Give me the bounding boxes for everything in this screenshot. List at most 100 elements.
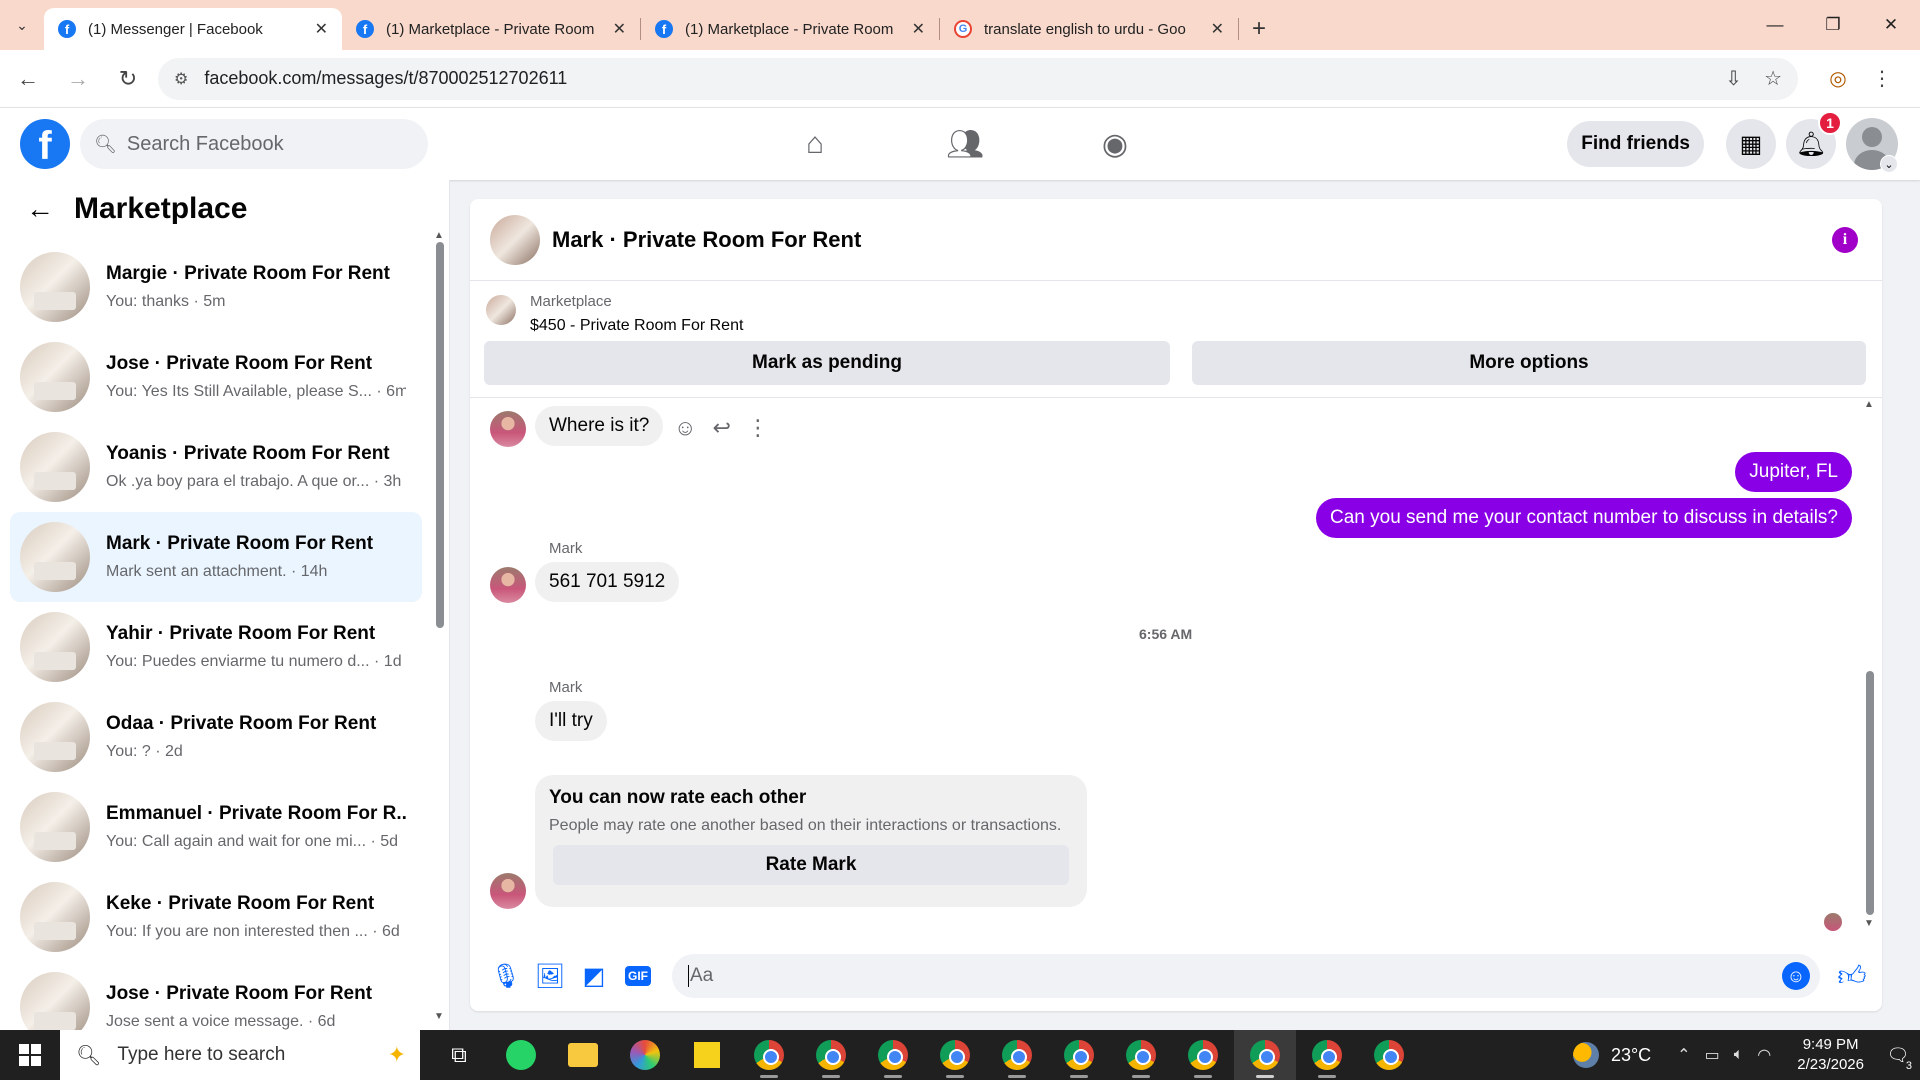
chrome-icon[interactable] <box>1296 1030 1358 1080</box>
chrome-icon[interactable] <box>738 1030 800 1080</box>
close-tab-icon[interactable]: ✕ <box>1211 19 1224 39</box>
conversation-item[interactable]: Emmanuel · Private Room For R... You: Ca… <box>10 782 422 872</box>
scroll-down-icon[interactable]: ▼ <box>1864 918 1874 929</box>
rate-mark-button[interactable]: Rate Mark <box>553 845 1069 885</box>
tab-google-translate[interactable]: G translate english to urdu - Goo ✕ <box>940 8 1238 50</box>
chrome-icon[interactable] <box>1048 1030 1110 1080</box>
chrome-icon[interactable] <box>986 1030 1048 1080</box>
scrollbar-thumb[interactable] <box>1866 671 1874 915</box>
chat-title[interactable]: Mark · Private Room For Rent <box>552 227 861 253</box>
browser-menu-icon[interactable]: ⋮ <box>1860 66 1904 91</box>
seen-indicator-avatar <box>1824 913 1842 931</box>
tab-marketplace-2[interactable]: f (1) Marketplace - Private Room ✕ <box>641 8 939 50</box>
home-icon[interactable]: ⌂ <box>740 108 890 180</box>
contact-avatar[interactable] <box>490 214 540 265</box>
close-tab-icon[interactable]: ✕ <box>315 19 328 39</box>
listing-label: Marketplace <box>530 293 612 310</box>
conversation-item[interactable]: Margie · Private Room For Rent You: than… <box>10 242 422 332</box>
find-friends-button[interactable]: Find friends <box>1567 121 1704 167</box>
task-view-icon[interactable]: ⧉ <box>428 1030 490 1080</box>
mark-as-pending-button[interactable]: Mark as pending <box>484 341 1170 385</box>
close-tab-icon[interactable]: ✕ <box>912 19 925 39</box>
conversation-item[interactable]: Jose · Private Room For Rent You: Yes It… <box>10 332 422 422</box>
reload-icon[interactable]: ↻ <box>106 57 150 101</box>
conversation-list-scrollbar[interactable]: ▲ ▼ <box>434 230 446 1022</box>
chrome-icon[interactable] <box>862 1030 924 1080</box>
chrome-icon[interactable] <box>800 1030 862 1080</box>
facebook-logo[interactable]: f <box>20 119 70 169</box>
chrome-icon[interactable] <box>1172 1030 1234 1080</box>
file-explorer-icon[interactable] <box>552 1030 614 1080</box>
message-input[interactable]: Aa ☺ <box>672 954 1820 998</box>
windows-taskbar: 🔍︎ Type here to search ✦ ⧉ 23°C ⌃ ▭ 🔈︎ ◠… <box>0 1030 1920 1080</box>
chrome-icon[interactable] <box>924 1030 986 1080</box>
taskbar-clock[interactable]: 9:49 PM 2/23/2026 <box>1797 1035 1864 1075</box>
listing-thumbnail <box>20 252 90 322</box>
reply-icon[interactable]: ↩ <box>712 415 730 441</box>
listing-price-title[interactable]: $450 - Private Room For Rent <box>530 317 743 335</box>
scroll-up-icon[interactable]: ▲ <box>1864 399 1874 410</box>
tab-search-chevron-icon[interactable]: ⌄ <box>0 0 44 50</box>
react-emoji-icon[interactable]: ☺ <box>674 415 696 441</box>
close-tab-icon[interactable]: ✕ <box>613 19 626 39</box>
scroll-up-icon[interactable]: ▲ <box>434 230 444 241</box>
forward-icon[interactable]: → <box>56 57 100 101</box>
listing-thumbnail <box>20 792 90 862</box>
conversation-item[interactable]: Yoanis · Private Room For Rent Ok .ya bo… <box>10 422 422 512</box>
taskbar-search-input[interactable]: 🔍︎ Type here to search ✦ <box>60 1030 420 1080</box>
show-hidden-icons-icon[interactable]: ⌃ <box>1677 1045 1690 1065</box>
conversation-item-selected[interactable]: Mark · Private Room For Rent Mark sent a… <box>10 512 422 602</box>
sticky-notes-icon[interactable] <box>676 1030 738 1080</box>
friends-icon[interactable]: 👥︎ <box>890 108 1040 180</box>
more-icon[interactable]: ⋮ <box>747 415 769 441</box>
chrome-icon-active[interactable] <box>1234 1030 1296 1080</box>
wifi-icon[interactable]: ◠ <box>1757 1045 1771 1065</box>
menu-grid-icon[interactable]: ▦ <box>1726 119 1776 169</box>
notification-center-icon[interactable]: 🗨︎ 3 <box>1876 1030 1920 1080</box>
sticker-icon[interactable]: ◩ <box>572 954 616 998</box>
back-arrow-icon[interactable]: ← <box>26 193 54 225</box>
bookmark-star-icon[interactable]: ☆ <box>1764 66 1782 91</box>
emoji-icon[interactable]: ☺ <box>1782 962 1810 990</box>
weather-icon <box>1572 1042 1599 1068</box>
conversation-item[interactable]: Keke · Private Room For Rent You: If you… <box>10 872 422 962</box>
notifications-bell-icon[interactable]: 🔔︎ 1 <box>1786 111 1842 169</box>
battery-icon[interactable]: ▭ <box>1705 1045 1720 1065</box>
url-bar[interactable]: ⚙ facebook.com/messages/t/87000251270261… <box>158 57 1798 100</box>
weather-widget[interactable]: 23°C <box>1572 1042 1651 1068</box>
info-icon[interactable]: i <box>1832 227 1858 253</box>
groups-icon[interactable]: ◉ <box>1040 108 1190 180</box>
scrollbar-thumb[interactable] <box>436 242 444 628</box>
back-icon[interactable]: ← <box>6 57 50 101</box>
account-chevron-icon[interactable]: ⌄ <box>1880 155 1898 173</box>
install-app-icon[interactable]: ⇩ <box>1725 66 1742 91</box>
tab-marketplace-1[interactable]: f (1) Marketplace - Private Room ✕ <box>342 8 640 50</box>
volume-icon[interactable]: 🔈︎ <box>1734 1046 1744 1064</box>
conversation-item[interactable]: Yahir · Private Room For Rent You: Puede… <box>10 602 422 692</box>
facebook-search-input[interactable]: 🔍︎ Search Facebook <box>80 119 428 169</box>
restore-icon[interactable]: ❐ <box>1804 0 1862 50</box>
conversation-name: Margie · Private Room For Rent <box>106 263 390 284</box>
site-settings-icon[interactable]: ⚙ <box>174 69 188 89</box>
thumbs-up-icon[interactable]: 👍︎ <box>1830 959 1874 993</box>
taskbar-apps: ⧉ <box>428 1030 1420 1080</box>
start-button[interactable] <box>0 1030 60 1080</box>
new-tab-button[interactable]: + <box>1239 8 1279 50</box>
microphone-icon[interactable]: 🎙︎ <box>484 954 528 998</box>
url-text[interactable]: facebook.com/messages/t/870002512702611 <box>204 68 1703 89</box>
photo-icon[interactable]: 🖼︎ <box>528 954 572 998</box>
scroll-down-icon[interactable]: ▼ <box>434 1011 444 1022</box>
whatsapp-icon[interactable] <box>490 1030 552 1080</box>
minimize-icon[interactable]: — <box>1746 0 1804 50</box>
tab-messenger[interactable]: f (1) Messenger | Facebook ✕ <box>44 8 342 50</box>
paint-icon[interactable] <box>614 1030 676 1080</box>
conversation-item[interactable]: Odaa · Private Room For Rent You: ? · 2d <box>10 692 422 782</box>
close-window-icon[interactable]: ✕ <box>1862 0 1920 50</box>
profile-icon[interactable]: ◎ <box>1816 66 1860 91</box>
chrome-icon[interactable] <box>1110 1030 1172 1080</box>
more-options-button[interactable]: More options <box>1192 341 1866 385</box>
gif-icon[interactable]: GIF <box>616 954 660 998</box>
conversation-name: Emmanuel · Private Room For R... <box>106 803 406 824</box>
message-thread-scrollbar[interactable]: ▲ ▼ <box>1864 399 1876 929</box>
chrome-icon[interactable] <box>1358 1030 1420 1080</box>
